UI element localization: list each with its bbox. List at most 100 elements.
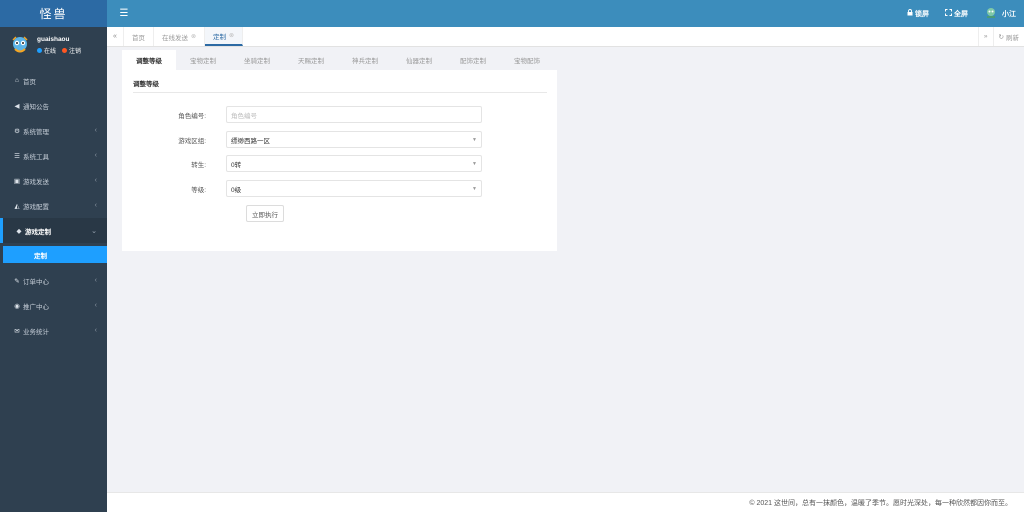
sidebar-item-label: 推广中心 [23, 303, 49, 311]
logout-link[interactable]: 注销 [62, 46, 81, 55]
sidebar-item-statistics[interactable]: ✉ 业务统计 ‹ [0, 318, 107, 343]
top-navbar: ☰ 锁屏 全屏 小江 [107, 0, 1024, 27]
subtab-weapon[interactable]: 神兵定制 [338, 50, 392, 70]
fullscreen-label: 全屏 [954, 10, 968, 18]
avatar[interactable] [9, 34, 31, 56]
level-label: 等级: [191, 186, 206, 194]
sidebar-item-label: 系统工具 [23, 153, 49, 161]
form-row-rebirth: 转生: 0转 ▼ [122, 155, 557, 172]
close-icon[interactable]: ⊗ [191, 33, 196, 40]
form-row-level: 等级: 0级 ▼ [122, 180, 557, 197]
form-row-zone: 游戏区组: 缥缈西路一区 ▼ [122, 131, 557, 148]
sidebar-item-promotion[interactable]: ◉ 推广中心 ‹ [0, 293, 107, 318]
form-row-role-id: 角色编号: 角色编号 [122, 106, 557, 123]
close-icon[interactable]: ⊗ [229, 32, 234, 39]
main-content: 调整等级 宝物定制 坐骑定制 天赐定制 神兵定制 仙器定制 配饰定制 宝物配饰 … [107, 47, 1024, 492]
car-icon: ◭ [14, 202, 20, 210]
rebirth-select-value: 0转 [231, 161, 242, 169]
chevron-left-icon: ‹ [94, 127, 97, 134]
rebirth-label: 转生: [191, 161, 206, 169]
list-icon: ☰ [14, 152, 20, 160]
logout-dot-icon [62, 48, 68, 54]
sidebar-item-game-custom[interactable]: ◆ 游戏定制 ⌄ [0, 218, 107, 243]
sidebar-item-home[interactable]: ⌂ 首页 [0, 68, 107, 93]
subtab-accessory[interactable]: 配饰定制 [446, 50, 500, 70]
sidebar-item-system-tools[interactable]: ☰ 系统工具 ‹ [0, 143, 107, 168]
sidebar-item-label: 游戏配置 [23, 203, 49, 211]
gamepad-icon: ▣ [13, 177, 21, 185]
zone-select[interactable]: 缥缈西路一区 ▼ [226, 131, 482, 148]
sidebar-item-game-config[interactable]: ◭ 游戏配置 ‹ [0, 193, 107, 218]
gear-icon: ⚙ [14, 127, 20, 135]
online-dot-icon [37, 48, 42, 54]
subtab-heaven[interactable]: 天赐定制 [284, 50, 338, 70]
subtab-mount[interactable]: 坐骑定制 [230, 50, 284, 70]
sidebar-item-label: 系统管理 [23, 128, 49, 136]
sidebar-subitem-custom[interactable]: 定制 [3, 246, 107, 263]
sidebar-item-label: 业务统计 [23, 328, 49, 336]
chevron-down-icon: ⌄ [91, 227, 97, 235]
sidebar-item-system-management[interactable]: ⚙ 系统管理 ‹ [0, 118, 107, 143]
subtab-treasure-accessory[interactable]: 宝物配饰 [500, 50, 554, 70]
level-select[interactable]: 0级 ▼ [226, 180, 482, 197]
sidebar-item-label: 订单中心 [23, 278, 49, 286]
chevron-left-icon: ‹ [94, 302, 97, 309]
sidebar-item-label: 通知公告 [23, 103, 49, 111]
sidebar-item-notices[interactable]: ◀ 通知公告 [0, 93, 107, 118]
user-menu[interactable]: 小江 [984, 7, 1016, 21]
subtab-adjust-level[interactable]: 调整等级 [122, 50, 176, 70]
caret-down-icon: ▼ [472, 136, 477, 143]
sidebar: 怪兽 guaishaou 在线 注销 ⌂ 首页 ◀ 通知公告 ⚙ 系统管理 ‹ … [0, 0, 107, 512]
card-title: 调整等级 [133, 78, 547, 93]
megaphone-icon: ◀ [14, 102, 20, 110]
tab-online-send[interactable]: 在线发送 ⊗ [154, 27, 206, 46]
sidebar-item-label: 首页 [23, 78, 36, 86]
cube-icon: ◆ [16, 227, 22, 235]
rebirth-select[interactable]: 0转 ▼ [226, 155, 482, 172]
tab-home[interactable]: 首页 [124, 27, 154, 46]
refresh-label: 刷新 [1006, 34, 1019, 42]
tab-scroll-left-icon[interactable]: « [107, 27, 124, 46]
role-id-input[interactable]: 角色编号 [226, 106, 482, 123]
user-panel: guaishaou 在线 注销 [0, 27, 107, 63]
user-avatar-icon [984, 7, 998, 21]
sidebar-item-orders[interactable]: ✎ 订单中心 ‹ [0, 268, 107, 293]
tab-scroll-right-icon[interactable]: » [977, 27, 993, 46]
footer: © 2021 这世间，总有一抹颜色，温暖了季节。愿时光深处，每一种欣然都因你而至… [107, 492, 1024, 512]
chevron-left-icon: ‹ [94, 202, 97, 209]
refresh-icon: ↻ [998, 33, 1004, 41]
lock-screen-button[interactable]: 锁屏 [907, 9, 929, 19]
adjust-level-card: 调整等级 角色编号: 角色编号 游戏区组: 缥缈西路一区 ▼ 转生: 0转 ▼ … [122, 70, 557, 251]
chevron-left-icon: ‹ [94, 152, 97, 159]
chevron-left-icon: ‹ [94, 177, 97, 184]
refresh-button[interactable]: ↻ 刷新 [992, 27, 1024, 46]
app-brand[interactable]: 怪兽 [0, 0, 107, 27]
chevron-left-icon: ‹ [94, 327, 97, 334]
tab-custom[interactable]: 定制 ⊗ [205, 27, 244, 46]
sidebar-item-label: 游戏定制 [25, 228, 51, 236]
sidebar-nav: ⌂ 首页 ◀ 通知公告 ⚙ 系统管理 ‹ ☰ 系统工具 ‹ ▣ 游戏发送 ‹ ◭… [0, 68, 107, 343]
sidebar-item-game-send[interactable]: ▣ 游戏发送 ‹ [0, 168, 107, 193]
tab-label: 首页 [132, 34, 145, 42]
home-icon: ⌂ [15, 77, 19, 84]
execute-button[interactable]: 立即执行 [246, 205, 284, 222]
subtab-treasure[interactable]: 宝物定制 [176, 50, 230, 70]
custom-subtabs: 调整等级 宝物定制 坐骑定制 天赐定制 神兵定制 仙器定制 配饰定制 宝物配饰 [122, 50, 554, 70]
role-id-label: 角色编号: [178, 112, 206, 120]
eye-icon: ◉ [14, 302, 20, 310]
zone-select-value: 缥缈西路一区 [231, 137, 270, 145]
online-status: 在线 [37, 46, 56, 55]
menu-toggle-icon[interactable]: ☰ [107, 8, 141, 19]
tab-label: 定制 [213, 33, 227, 41]
caret-down-icon: ▼ [472, 185, 477, 192]
lock-icon [907, 9, 913, 18]
pencil-icon: ✎ [14, 277, 20, 285]
fullscreen-button[interactable]: 全屏 [945, 9, 968, 19]
envelope-icon: ✉ [14, 327, 20, 335]
expand-icon [945, 9, 952, 18]
level-select-value: 0级 [231, 186, 242, 194]
subtab-immortal[interactable]: 仙器定制 [392, 50, 446, 70]
caret-down-icon: ▼ [472, 160, 477, 167]
chevron-left-icon: ‹ [94, 277, 97, 284]
user-name: guaishaou [37, 35, 70, 43]
